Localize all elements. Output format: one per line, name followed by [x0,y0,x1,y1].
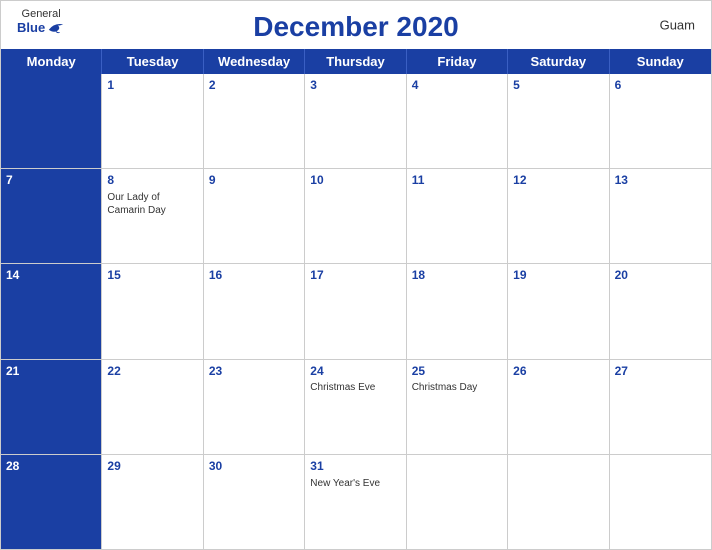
event-label: New Year's Eve [310,477,400,490]
event-label: Christmas Eve [310,381,400,394]
day-header-tuesday: Tuesday [102,49,203,74]
weeks-container: 12345678Our Lady of Camarin Day910111213… [1,74,711,549]
event-label: Christmas Day [412,381,502,394]
day-number: 19 [513,267,603,284]
day-number: 31 [310,458,400,475]
day-number: 1 [107,77,197,94]
logo-general-text: General [22,9,61,20]
day-cell: 29 [102,455,203,549]
day-cell: 28 [1,455,102,549]
day-number: 21 [6,363,96,380]
day-cell: 30 [204,455,305,549]
calendar-title: December 2020 [253,11,458,43]
week-row-3: 21222324Christmas Eve25Christmas Day2627 [1,360,711,455]
day-number: 28 [6,458,96,475]
day-number: 15 [107,267,197,284]
day-number: 7 [6,172,96,189]
day-cell: 6 [610,74,711,168]
day-number: 29 [107,458,197,475]
day-number: 14 [6,267,96,284]
day-number: 9 [209,172,299,189]
day-headers-row: MondayTuesdayWednesdayThursdayFridaySatu… [1,49,711,74]
day-cell: 1 [102,74,203,168]
logo-bird-icon [47,20,65,34]
day-cell: 3 [305,74,406,168]
day-number: 3 [310,77,400,94]
day-number: 17 [310,267,400,284]
day-number: 8 [107,172,197,189]
day-number: 10 [310,172,400,189]
day-cell: 5 [508,74,609,168]
day-cell: 15 [102,264,203,358]
day-cell: 20 [610,264,711,358]
week-row-1: 78 Our Lady of Camarin Day 9 10 11 12 13 [1,169,711,264]
calendar-header: General Blue December 2020 Guam [1,1,711,49]
day-header-saturday: Saturday [508,49,609,74]
day-number: 27 [615,363,706,380]
day-number: 6 [615,77,706,94]
day-number: 13 [615,172,706,189]
day-cell: 18 [407,264,508,358]
day-header-wednesday: Wednesday [204,49,305,74]
day-number: 12 [513,172,603,189]
day-cell: 14 [1,264,102,358]
day-cell: 17 [305,264,406,358]
day-number: 24 [310,363,400,380]
day-number: 26 [513,363,603,380]
day-cell: 9 [204,169,305,263]
calendar: General Blue December 2020 Guam MondayTu… [0,0,712,550]
logo-blue-text: Blue [17,20,65,34]
day-number: 4 [412,77,502,94]
day-header-monday: Monday [1,49,102,74]
day-cell: 23 [204,360,305,454]
logo-area: General Blue [17,9,65,34]
day-cell: 19 [508,264,609,358]
day-number: 16 [209,267,299,284]
day-cell: 2 [204,74,305,168]
day-cell: 4 [407,74,508,168]
day-cell: 26 [508,360,609,454]
day-number: 20 [615,267,706,284]
day-header-friday: Friday [407,49,508,74]
day-number: 30 [209,458,299,475]
day-cell: 10 [305,169,406,263]
day-number: 18 [412,267,502,284]
day-number: 25 [412,363,502,380]
day-cell [610,455,711,549]
day-cell [1,74,102,168]
day-cell: 25Christmas Day [407,360,508,454]
day-cell: 12 [508,169,609,263]
day-header-thursday: Thursday [305,49,406,74]
day-number: 2 [209,77,299,94]
day-cell: 13 [610,169,711,263]
calendar-grid: MondayTuesdayWednesdayThursdayFridaySatu… [1,49,711,549]
day-cell: 16 [204,264,305,358]
day-number: 5 [513,77,603,94]
week-row-0: 123456 [1,74,711,169]
day-cell: 27 [610,360,711,454]
day-cell: 24Christmas Eve [305,360,406,454]
day-cell: 8 Our Lady of Camarin Day [102,169,203,263]
day-cell: 31 New Year's Eve [305,455,406,549]
day-cell [508,455,609,549]
event-label: Our Lady of Camarin Day [107,191,197,217]
day-cell: 7 [1,169,102,263]
day-cell: 22 [102,360,203,454]
day-number: 11 [412,172,502,189]
region-label: Guam [660,18,695,33]
week-row-2: 14 15 16 17 18 19 20 [1,264,711,359]
day-header-sunday: Sunday [610,49,711,74]
day-number: 23 [209,363,299,380]
day-cell: 11 [407,169,508,263]
day-number: 22 [107,363,197,380]
week-row-4: 28 29 30 31 New Year's Eve [1,455,711,549]
day-cell [407,455,508,549]
day-cell: 21 [1,360,102,454]
